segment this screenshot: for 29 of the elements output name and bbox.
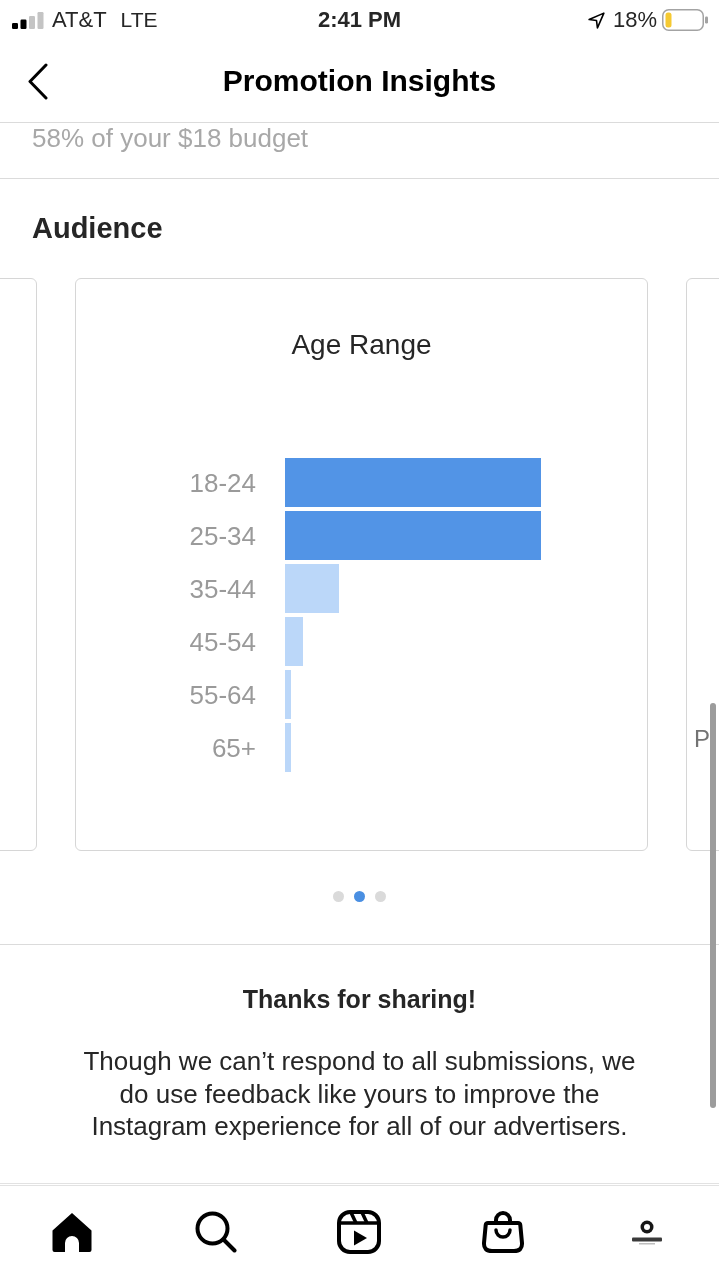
search-tab[interactable] (194, 1210, 237, 1254)
home-icon (49, 1210, 94, 1254)
reels-icon (337, 1210, 382, 1254)
budget-note: 58% of your $18 budget (32, 123, 309, 153)
shopping-bag-icon (481, 1210, 526, 1254)
card-text: P (694, 725, 710, 752)
age-range-label: 18-24 (189, 467, 256, 498)
age-range-label: 65+ (211, 732, 256, 763)
feedback-message: Though we can’t respond to all submissions, we do use feedback like yours to improve the Instagram experience for all of our advertisers. (82, 1045, 637, 1143)
page-title: Promotion Insights (222, 63, 497, 99)
reels-tab[interactable] (337, 1210, 382, 1254)
age-range-label: 45-54 (189, 626, 256, 657)
status-time: 2:41 PM (317, 7, 402, 33)
shop-tab[interactable] (481, 1210, 526, 1254)
location-arrow-icon (587, 11, 605, 29)
age-range-label: 35-44 (189, 573, 256, 604)
battery-icon (662, 9, 708, 31)
feedback-title: Thanks for sharing! (242, 984, 477, 1014)
card-title: Age Range (291, 329, 432, 361)
age-range-label: 25-34 (189, 520, 256, 551)
section-heading: Audience (32, 212, 163, 244)
battery-percentage: 18% (612, 7, 657, 33)
carrier-name: AT&T (52, 7, 107, 33)
network-type: LTE (120, 7, 158, 33)
search-icon (194, 1211, 237, 1253)
home-tab[interactable] (49, 1210, 94, 1254)
signal-icon (12, 11, 44, 29)
chevron-left-icon (28, 62, 48, 100)
age-range-label: 55-64 (189, 679, 256, 710)
